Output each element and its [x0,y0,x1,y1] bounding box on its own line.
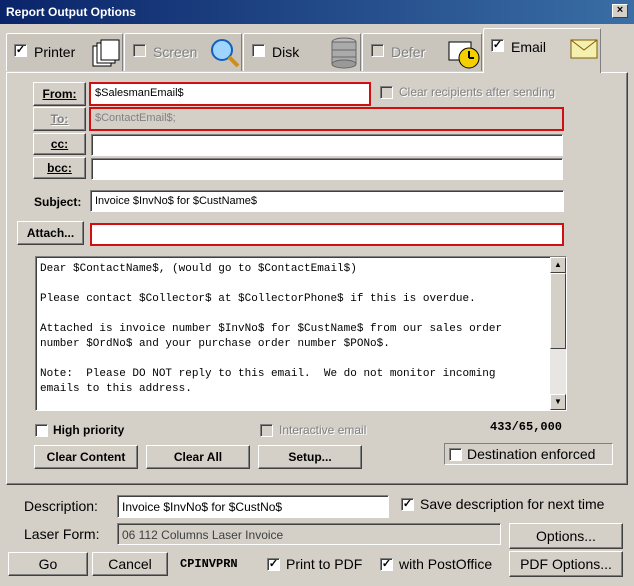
clear-recipients-checkbox[interactable] [380,86,393,99]
print-pdf-checkbox[interactable]: ✓ [267,558,280,571]
tab-defer-label: Defer [391,44,426,60]
tab-defer[interactable]: Defer [362,33,482,71]
cc-field[interactable] [91,134,563,156]
tab-printer[interactable]: ✓ Printer [6,33,123,71]
email-checkbox[interactable]: ✓ [491,39,504,52]
database-icon [331,37,357,69]
subject-label: Subject: [34,195,82,209]
bcc-button[interactable]: bcc: [33,157,86,179]
cancel-button[interactable]: Cancel [92,552,168,576]
postoffice-label: with PostOffice [399,556,493,572]
description-label: Description: [24,498,98,514]
save-description-checkbox[interactable]: ✓ [401,498,414,511]
tab-screen-label: Screen [153,44,198,60]
title-bar: Report Output Options × [0,0,634,24]
envelope-icon [570,39,598,59]
clear-content-button[interactable]: Clear Content [34,445,138,469]
pdf-options-button[interactable]: PDF Options... [509,551,623,577]
email-body-text: Dear $ContactName$, (would go to $Contac… [40,263,503,395]
attach-field[interactable] [90,223,564,246]
go-button[interactable]: Go [8,552,88,576]
to-field[interactable]: $ContactEmail$; [89,107,564,131]
to-button[interactable]: To: [33,107,86,131]
postoffice-checkbox[interactable]: ✓ [380,558,393,571]
tab-disk-label: Disk [272,44,300,60]
destination-enforced-checkbox[interactable] [449,448,462,461]
print-pdf-label: Print to PDF [286,556,363,572]
tab-email-label: Email [511,39,547,55]
close-button[interactable]: × [612,4,628,18]
options-button[interactable]: Options... [509,523,623,549]
clear-all-button[interactable]: Clear All [146,445,250,469]
char-count: 433/65,000 [490,420,563,434]
laser-form-field: 06 112 Columns Laser Invoice [117,523,501,545]
screen-checkbox[interactable] [133,44,146,57]
destination-enforced-label: Destination enforced [467,446,596,462]
interactive-email-checkbox[interactable] [260,424,273,437]
tab-email[interactable]: ✓ Email [483,28,601,73]
tab-printer-label: Printer [34,44,76,60]
clear-recipients-label: Clear recipients after sending [399,85,556,99]
save-description-label: Save description for next time [420,496,605,512]
attach-button[interactable]: Attach... [17,221,84,245]
email-body[interactable]: Dear $ContactName$, (would go to $Contac… [35,256,567,411]
window-title: Report Output Options [6,5,136,19]
magnifier-icon [211,39,240,68]
scroll-thumb[interactable] [550,273,566,349]
from-button[interactable]: From: [33,82,86,106]
interactive-email-label: Interactive email [279,423,367,437]
printer-pages-icon [92,39,120,67]
disk-checkbox[interactable] [252,44,265,57]
from-field[interactable]: $SalesmanEmail$ [89,82,371,106]
defer-checkbox[interactable] [371,44,384,57]
setup-button[interactable]: Setup... [258,445,362,469]
cc-button[interactable]: cc: [33,133,86,155]
scroll-down-icon[interactable]: ▼ [550,394,566,410]
report-code: CPINVPRN [180,557,238,571]
description-field[interactable]: Invoice $InvNo$ for $CustNo$ [117,495,389,518]
subject-field[interactable]: Invoice $InvNo$ for $CustName$ [90,190,564,212]
scroll-up-icon[interactable]: ▲ [550,257,566,273]
bcc-field[interactable] [91,158,563,180]
high-priority-checkbox[interactable] [35,424,48,437]
laser-form-label: Laser Form: [24,526,100,542]
high-priority-label: High priority [53,423,125,437]
tab-screen[interactable]: Screen [124,33,242,71]
tab-disk[interactable]: Disk [243,33,361,71]
body-scrollbar[interactable]: ▲ ▼ [550,257,566,410]
printer-checkbox[interactable]: ✓ [14,44,27,57]
clock-icon [448,41,480,69]
